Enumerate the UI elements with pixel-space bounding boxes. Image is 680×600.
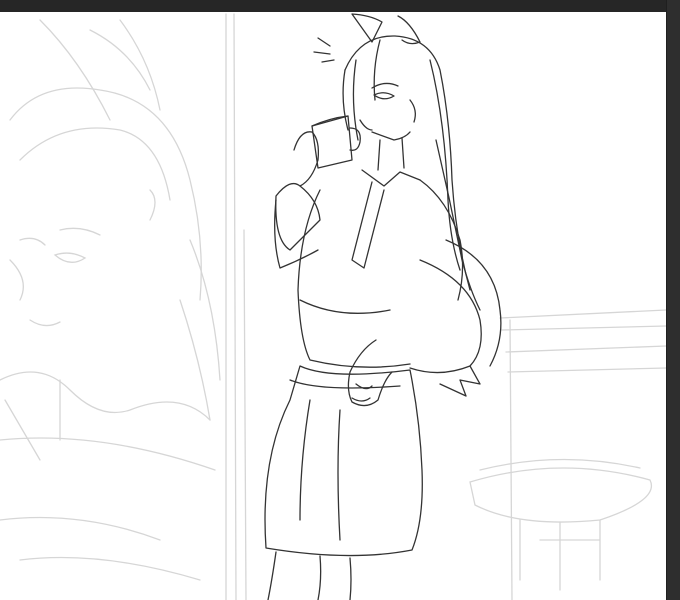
- main-character-sketch: [264, 13, 502, 600]
- right-panel-edge[interactable]: [666, 0, 680, 600]
- drawing-app-window: [0, 0, 680, 600]
- drawing-canvas[interactable]: [0, 12, 666, 600]
- sketch-artwork: [0, 13, 666, 600]
- background-reference-sketch: [0, 13, 666, 600]
- top-toolbar-edge: [0, 0, 680, 12]
